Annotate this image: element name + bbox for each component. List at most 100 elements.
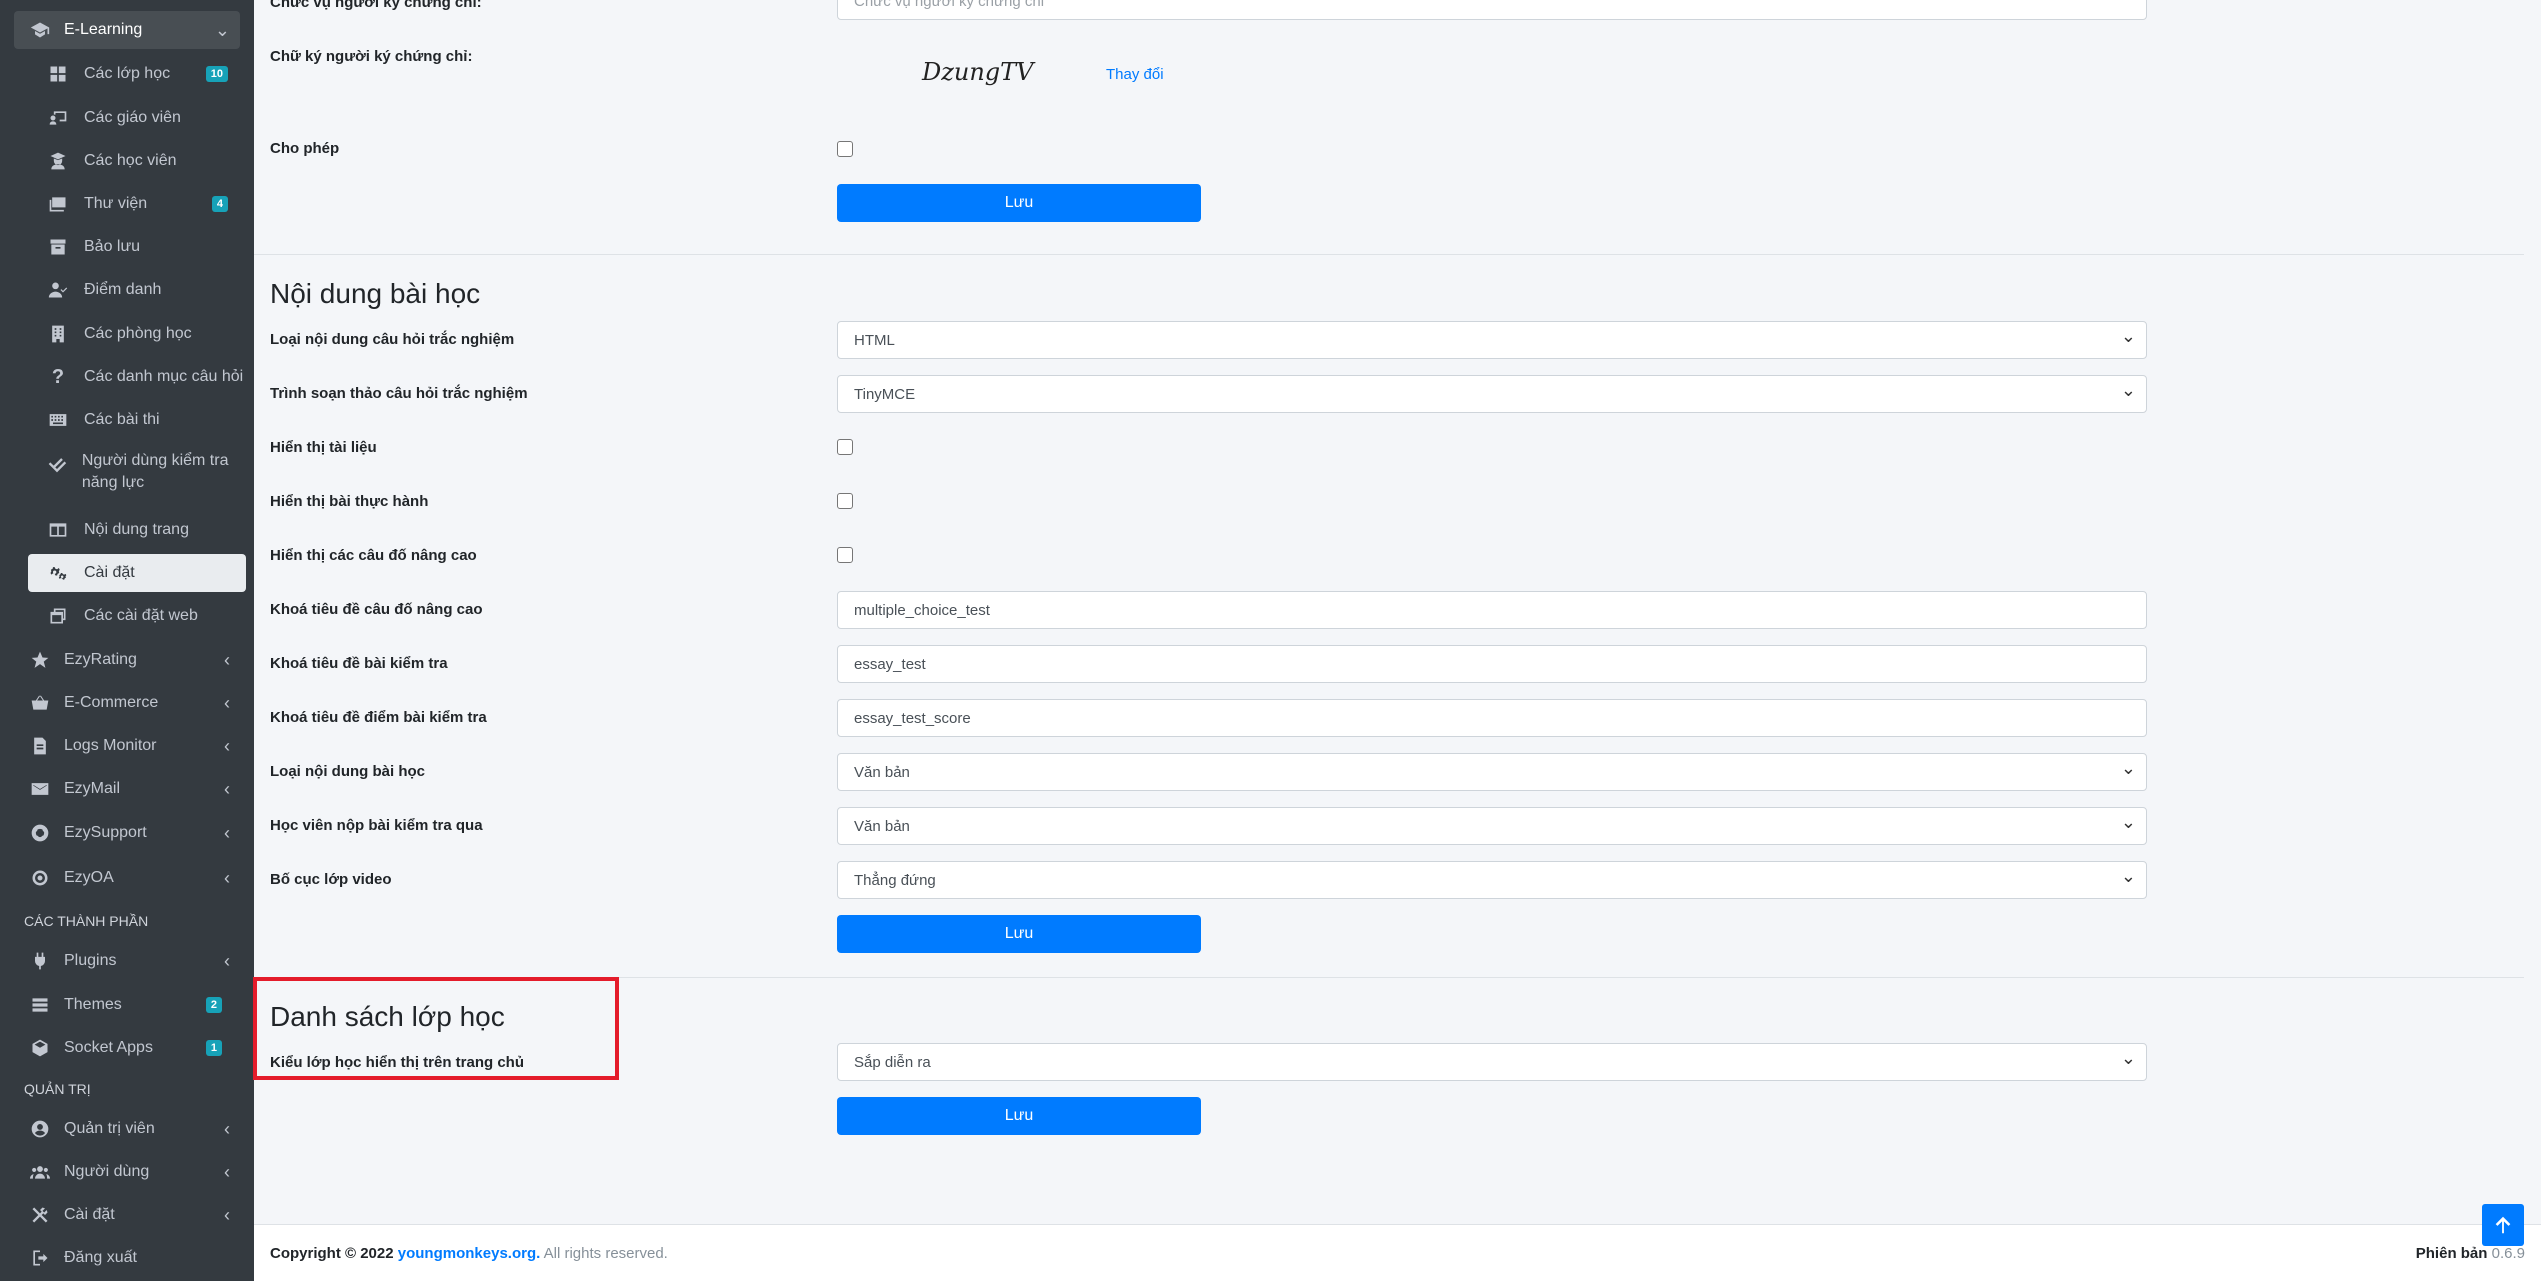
quiz-content-type-select[interactable]: HTML — [837, 321, 2147, 359]
sidebar-item-reserve[interactable]: Bảo lưu — [28, 228, 246, 266]
sidebar-item-label: Các học viên — [84, 152, 177, 169]
nav-logout[interactable]: Đăng xuất — [14, 1239, 240, 1277]
sidebar-item-settings[interactable]: Cài đặt — [28, 554, 246, 592]
essay-key-input[interactable]: essay_test — [837, 645, 2147, 683]
sidebar-item-question-categories[interactable]: ? Các danh mục câu hỏi — [28, 358, 246, 396]
sidebar-item-label: Thư viện — [84, 195, 148, 212]
nav-ezyrating[interactable]: EzyRating ‹ — [14, 641, 240, 679]
cogs-icon — [46, 561, 70, 585]
nav-users[interactable]: Người dùng ‹ — [14, 1153, 240, 1191]
sidebar-item-library[interactable]: Thư viện 4 — [28, 185, 246, 223]
columns-icon — [46, 518, 70, 542]
submit-method-select[interactable]: Văn bản — [837, 807, 2147, 845]
sidebar-item-label: Bảo lưu — [84, 238, 141, 255]
nav-label: Cài đặt — [64, 1206, 115, 1223]
signature-label: Chữ ký người ký chứng chỉ: — [270, 48, 473, 65]
nav-socket-apps[interactable]: Socket Apps 1 — [14, 1029, 240, 1067]
nav-label: Đăng xuất — [64, 1249, 137, 1266]
sidebar-item-label: Các cài đặt web — [84, 607, 198, 624]
signature-image: DzungTV — [922, 58, 1034, 86]
homepage-class-display-select[interactable]: Sắp diễn ra — [837, 1043, 2147, 1081]
nav-logs-monitor[interactable]: Logs Monitor ‹ — [14, 727, 240, 765]
version-number: 0.6.9 — [2491, 1245, 2525, 1262]
nav-elearning-label: E-Learning — [64, 21, 143, 38]
sidebar-item-students[interactable]: Các học viên — [28, 142, 246, 180]
nav-themes[interactable]: Themes 2 — [14, 986, 240, 1024]
nav-settings[interactable]: Cài đặt ‹ — [14, 1196, 240, 1234]
signer-position-input[interactable]: Chức vụ người ký chứng chỉ — [837, 0, 2147, 20]
nav-ecommerce[interactable]: E-Commerce ‹ — [14, 684, 240, 722]
allow-checkbox[interactable] — [837, 141, 853, 157]
sidebar-item-web-settings[interactable]: Các cài đặt web — [28, 597, 246, 635]
cubes-icon — [28, 1036, 52, 1060]
count-badge: 4 — [211, 196, 228, 212]
nav-elearning[interactable]: E-Learning ⌄ — [14, 11, 240, 49]
sidebar-item-page-content[interactable]: Nội dung trang — [28, 511, 246, 549]
nav-label: E-Commerce — [64, 694, 159, 711]
window-restore-icon — [46, 604, 70, 628]
save-class-list-button[interactable]: Lưu — [837, 1097, 1201, 1135]
save-lesson-content-button[interactable]: Lưu — [837, 915, 1201, 953]
essay-score-key-label: Khoá tiêu đề điểm bài kiểm tra — [270, 709, 487, 726]
nav-label: EzyRating — [64, 651, 137, 668]
nav-label: EzyOA — [64, 869, 114, 886]
nav-ezysupport[interactable]: EzySupport ‹ — [14, 814, 240, 852]
show-practice-label: Hiển thị bài thực hành — [270, 493, 429, 510]
sidebar-item-assessment-users[interactable]: Người dùng kiểm tra năng lực — [28, 442, 246, 502]
nav-label: EzySupport — [64, 824, 147, 841]
show-advanced-quizzes-checkbox[interactable] — [837, 547, 853, 563]
show-practice-checkbox[interactable] — [837, 493, 853, 509]
sidebar-item-attendance[interactable]: Điểm danh — [28, 271, 246, 309]
footer-copyright: Copyright © 2022 youngmonkeys.org. All r… — [270, 1245, 668, 1262]
archive-icon — [46, 235, 70, 259]
arrow-up-icon — [2495, 1216, 2511, 1234]
chevron-left-icon: ‹ — [224, 649, 230, 670]
nav-header-components: CÁC THÀNH PHẦN — [24, 913, 149, 929]
sidebar-item-teachers[interactable]: Các giáo viên — [28, 99, 246, 137]
sidebar-item-exams[interactable]: Các bài thi — [28, 401, 246, 439]
nav-label: Socket Apps — [64, 1039, 153, 1056]
sidebar-item-label: Các phòng học — [84, 325, 192, 342]
essay-score-key-input[interactable]: essay_test_score — [837, 699, 2147, 737]
chevron-left-icon: ‹ — [224, 778, 230, 799]
highlight-box — [253, 977, 619, 1080]
nav-admins[interactable]: Quản trị viên ‹ — [14, 1110, 240, 1148]
nav-label: Người dùng — [64, 1163, 150, 1180]
sidebar-item-rooms[interactable]: Các phòng học — [28, 315, 246, 353]
video-layout-select[interactable]: Thẳng đứng — [837, 861, 2147, 899]
envelope-icon — [28, 777, 52, 801]
footer: Copyright © 2022 youngmonkeys.org. All r… — [254, 1224, 2541, 1281]
back-to-top-button[interactable] — [2482, 1204, 2524, 1246]
star-icon — [28, 648, 52, 672]
show-documents-checkbox[interactable] — [837, 439, 853, 455]
graduation-cap-icon — [28, 18, 52, 42]
building-icon — [46, 322, 70, 346]
chevron-left-icon: ‹ — [224, 1161, 230, 1182]
chalkboard-teacher-icon — [46, 106, 70, 130]
keyboard-icon — [46, 408, 70, 432]
chevron-left-icon: ‹ — [224, 1204, 230, 1225]
grid-icon — [46, 62, 70, 86]
lesson-content-type-select[interactable]: Văn bản — [837, 753, 2147, 791]
file-icon — [28, 734, 52, 758]
nav-label: Themes — [64, 996, 122, 1013]
nav-plugins[interactable]: Plugins ‹ — [14, 942, 240, 980]
advanced-quiz-key-input[interactable]: multiple_choice_test — [837, 591, 2147, 629]
site-link[interactable]: youngmonkeys.org. — [398, 1245, 541, 1262]
lesson-content-type-label: Loại nội dung bài học — [270, 763, 425, 780]
quiz-editor-select[interactable]: TinyMCE — [837, 375, 2147, 413]
sidebar-item-classes[interactable]: Các lớp học 10 — [28, 55, 246, 93]
sidebar-item-label: Điểm danh — [84, 281, 162, 298]
video-layout-label: Bố cục lớp video — [270, 871, 392, 888]
change-signature-link[interactable]: Thay đổi — [1106, 66, 1164, 83]
chevron-left-icon: ‹ — [224, 867, 230, 888]
quiz-editor-label: Trình soạn thảo câu hỏi trắc nghiệm — [270, 385, 528, 402]
sidebar-item-label: Cài đặt — [84, 564, 135, 581]
sidebar-item-label: Nội dung trang — [84, 521, 189, 538]
show-documents-label: Hiển thị tài liệu — [270, 439, 377, 456]
save-certificate-button[interactable]: Lưu — [837, 184, 1201, 222]
sidebar-item-label: Các giáo viên — [84, 109, 181, 126]
sidebar: E-Learning ⌄ Các lớp học 10 Các giáo viê… — [0, 0, 254, 1281]
nav-ezymail[interactable]: EzyMail ‹ — [14, 770, 240, 808]
nav-ezyoa[interactable]: EzyOA ‹ — [14, 859, 240, 897]
